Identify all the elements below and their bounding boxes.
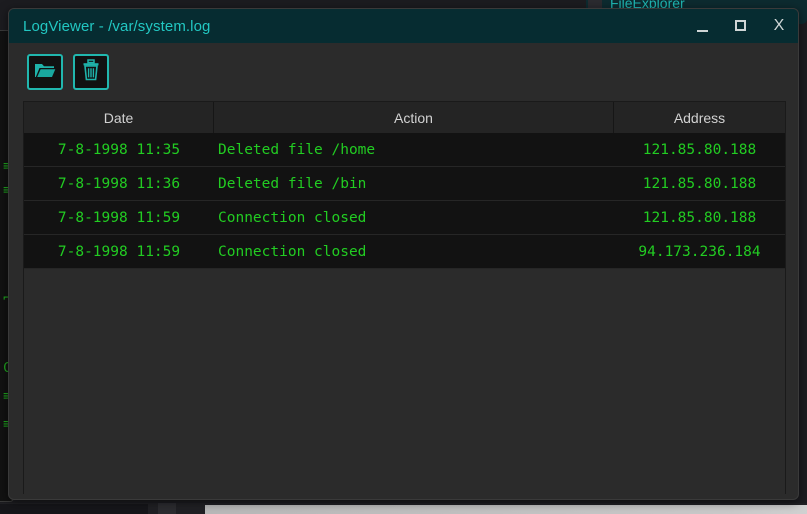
table-row[interactable]: 7-8-1998 11:59 Connection closed 121.85.80… [24,201,785,235]
table-row[interactable]: 7-8-1998 11:59 Connection closed 94.173.23… [24,235,785,269]
table-header-row: Date Action Address [24,102,785,133]
window-title: LogViewer - /var/system.log [23,17,211,35]
taskbar-notch [158,503,176,514]
cell-action: Connection closed [218,243,367,260]
delete-log-button[interactable] [73,54,109,90]
cell-date: 7-8-1998 11:35 [57,141,181,158]
table-row[interactable]: 7-8-1998 11:36 Deleted file /bin 121.85.80… [24,167,785,201]
window-titlebar[interactable]: LogViewer - /var/system.log X [9,9,798,43]
cell-address: 121.85.80.188 [642,141,757,158]
table-body: 7-8-1998 11:35 Deleted file /home 121.85.8… [24,133,785,269]
minimize-icon[interactable] [694,17,712,35]
cell-date: 7-8-1998 11:59 [57,209,181,226]
table-row[interactable]: 7-8-1998 11:35 Deleted file /home 121.85.8… [24,133,785,167]
taskbar-active-item[interactable] [205,505,807,514]
toolbar [9,43,798,101]
cell-action: Deleted file /bin [218,175,367,192]
log-table: Date Action Address 7-8-1998 11:35 Delete… [23,101,786,495]
column-header-date[interactable]: Date [24,102,214,133]
logviewer-window: LogViewer - /var/system.log X Date Actio… [8,8,799,500]
cell-address: 121.85.80.188 [642,175,757,192]
close-icon[interactable]: X [770,17,788,35]
cell-address: 121.85.80.188 [642,209,757,226]
column-header-action[interactable]: Action [214,102,614,133]
cell-action: Connection closed [218,209,367,226]
maximize-icon[interactable] [732,17,750,35]
taskbar-left-segment [0,504,148,514]
cell-date: 7-8-1998 11:59 [57,243,181,260]
trash-icon [81,58,101,86]
table-empty-area [24,269,785,495]
open-file-button[interactable] [27,54,63,90]
cell-action: Deleted file /home [218,141,376,158]
cell-date: 7-8-1998 11:36 [57,175,181,192]
column-header-address[interactable]: Address [614,102,785,133]
background-window-icon [588,0,602,8]
folder-open-icon [34,61,56,84]
cell-address: 94.173.236.184 [638,243,761,260]
window-controls: X [694,9,788,43]
taskbar[interactable] [0,503,807,514]
